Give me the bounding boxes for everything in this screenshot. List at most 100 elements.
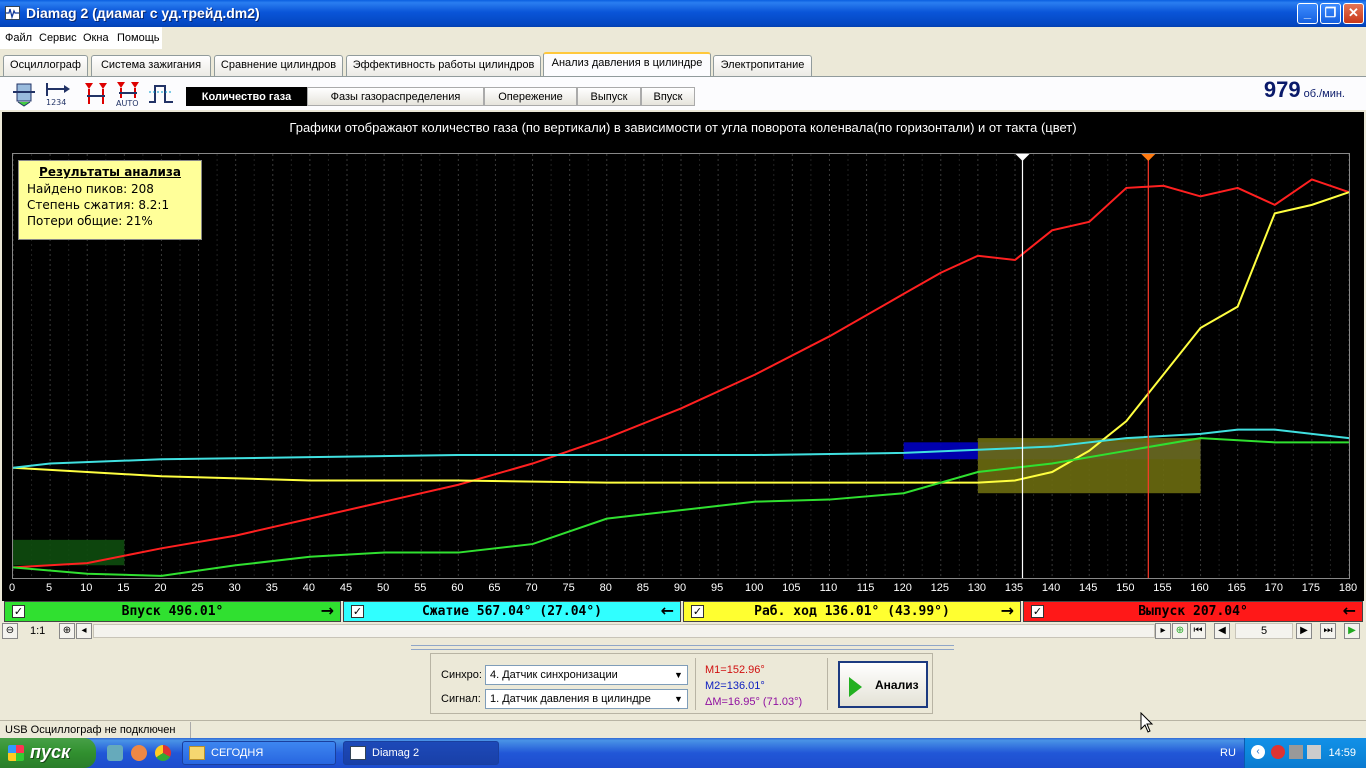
results-title: Результаты анализа <box>39 165 181 179</box>
scroll-left-button[interactable]: ◂ <box>76 623 92 639</box>
tab-power-supply[interactable]: Электропитание <box>713 55 812 76</box>
x-tick-label: 120 <box>893 582 912 594</box>
marker-m1: M1=152.96° <box>705 664 765 676</box>
menu-file[interactable]: Файл <box>5 32 32 44</box>
sync-select[interactable]: 4. Датчик синхронизации ▼ <box>485 665 688 685</box>
x-tick-label: 45 <box>339 582 353 594</box>
x-tick-label: 5 <box>46 582 53 594</box>
windows-logo-icon <box>8 745 24 761</box>
subtab-gas-quantity[interactable]: Количество газа <box>186 87 307 106</box>
panel-splitter[interactable] <box>411 645 954 650</box>
system-tray: ‹ 14:59 <box>1244 738 1366 768</box>
phase-intake[interactable]: ✓ Впуск 496.01° → <box>4 601 341 622</box>
last-page-button[interactable]: ⏭ <box>1320 623 1336 639</box>
gas-quantity-chart[interactable]: Графики отображают количество газа (по в… <box>2 112 1364 601</box>
tray-network-icon[interactable] <box>1289 745 1303 759</box>
rpm-value: 979 <box>1263 77 1301 102</box>
x-tick-label: 50 <box>376 582 390 594</box>
quicklaunch-firefox-icon[interactable] <box>131 745 147 761</box>
results-compression: Степень сжатия: 8.2:1 <box>27 198 170 212</box>
app-icon <box>350 746 366 760</box>
x-tick-label: 95 <box>710 582 724 594</box>
x-tick-label: 25 <box>191 582 204 594</box>
tab-cylinder-pressure-analysis[interactable]: Анализ давления в цилиндре <box>543 52 711 77</box>
highlight-band <box>977 438 1201 494</box>
x-tick-label: 65 <box>488 582 501 594</box>
tab-ignition-system[interactable]: Система зажигания <box>91 55 211 76</box>
marker-readout: M1=152.96° M2=136.01° ΔM=16.95° (71.03°) <box>705 662 802 710</box>
phase-compression[interactable]: ✓ Сжатие 567.04° (27.04°) ← <box>343 601 681 622</box>
chart-plot-area[interactable] <box>12 153 1350 579</box>
x-tick-label: 160 <box>1190 582 1209 594</box>
menu-windows[interactable]: Окна <box>83 32 109 44</box>
horizontal-scrollbar[interactable] <box>93 624 1155 638</box>
tray-volume-icon[interactable] <box>1307 745 1321 759</box>
chevron-down-icon[interactable]: ▼ <box>671 667 686 683</box>
rpm-unit: об./мин. <box>1303 88 1345 100</box>
marker-m2-handle <box>1015 154 1030 161</box>
quicklaunch-desktop-icon[interactable] <box>107 745 123 761</box>
status-bar: USB Осциллограф не подключен <box>0 720 1366 739</box>
analyze-button[interactable]: Анализ <box>838 661 928 708</box>
navigation-row: ⊖ 1:1 ⊕ ◂ ▸ ⊕ ⏮ ◀ 5 ▶ ⏭ ▶ <box>0 622 1366 640</box>
tab-cylinder-efficiency[interactable]: Эффективность работы цилиндров <box>346 55 541 76</box>
task-today-folder[interactable]: СЕГОДНЯ <box>182 741 336 765</box>
chevron-down-icon[interactable]: ▼ <box>671 691 686 707</box>
language-indicator[interactable]: RU <box>1220 747 1236 759</box>
start-button[interactable]: пуск <box>0 738 96 768</box>
tray-expand-icon[interactable]: ‹ <box>1251 745 1265 759</box>
icon-caption-1234: 1234 <box>46 98 66 107</box>
subtab-valve-timing[interactable]: Фазы газораспределения <box>307 87 484 106</box>
zoom-out-icon[interactable]: ⊖ <box>2 623 18 639</box>
arrow-left-icon[interactable]: ← <box>1343 602 1356 620</box>
window-title: Diamag 2 (диамаг с уд.трейд.dm2) <box>26 5 260 21</box>
cylinder-icon[interactable] <box>10 80 38 107</box>
subtab-advance[interactable]: Опережение <box>484 87 577 106</box>
numbering-1234-icon[interactable]: 1234 <box>44 80 72 107</box>
phase-exhaust[interactable]: ✓ Выпуск 207.04° ← <box>1023 601 1363 622</box>
quicklaunch-chrome-icon[interactable] <box>155 745 171 761</box>
scroll-right-button[interactable]: ▸ <box>1155 623 1171 639</box>
arrow-left-icon[interactable]: ← <box>661 602 674 620</box>
panel-divider <box>695 658 696 710</box>
prev-page-button[interactable]: ◀ <box>1214 623 1230 639</box>
signal-select[interactable]: 1. Датчик давления в цилиндре ▼ <box>485 689 688 709</box>
menu-help[interactable]: Помощь <box>117 32 160 44</box>
mouse-cursor-icon <box>1140 712 1154 733</box>
maximize-button[interactable]: ❐ <box>1320 3 1341 24</box>
x-tick-label: 180 <box>1338 582 1358 594</box>
minimize-button[interactable]: _ <box>1297 3 1318 24</box>
pulse-icon[interactable] <box>147 80 175 107</box>
menu-service[interactable]: Сервис <box>39 32 77 44</box>
icon-caption-auto: AUTO <box>116 99 139 107</box>
subtab-exhaust[interactable]: Выпуск <box>577 87 641 106</box>
main-tabs: Осциллограф Система зажигания Сравнение … <box>0 52 1366 77</box>
markers-auto-icon[interactable]: AUTO <box>115 80 143 108</box>
marker-delta: ΔM=16.95° (71.03°) <box>705 696 803 708</box>
tab-oscilloscope[interactable]: Осциллограф <box>3 55 88 76</box>
clock: 14:59 <box>1328 747 1356 759</box>
arrow-right-icon[interactable]: → <box>321 602 334 620</box>
play-button[interactable]: ▶ <box>1344 623 1360 639</box>
x-tick-label: 15 <box>117 582 130 594</box>
page-number[interactable]: 5 <box>1235 623 1293 639</box>
x-tick-label: 55 <box>414 582 427 594</box>
sync-label: Синхро: <box>441 669 482 681</box>
markers-icon[interactable] <box>83 80 111 107</box>
first-page-button[interactable]: ⏮ <box>1190 623 1206 639</box>
subtab-intake[interactable]: Впуск <box>641 87 695 106</box>
next-page-button[interactable]: ▶ <box>1296 623 1312 639</box>
x-tick-label: 135 <box>1004 582 1024 594</box>
phase-power-stroke[interactable]: ✓ Раб. ход 136.01° (43.99°) → <box>683 601 1021 622</box>
phase-intake-label: Впуск 496.01° <box>121 604 224 619</box>
x-tick-label: 70 <box>525 582 538 594</box>
phase-compression-label: Сжатие 567.04° (27.04°) <box>421 604 602 619</box>
task-diamag[interactable]: Diamag 2 <box>343 741 499 765</box>
add-icon[interactable]: ⊕ <box>1172 623 1188 639</box>
arrow-right-icon[interactable]: → <box>1001 602 1014 620</box>
zoom-in-icon[interactable]: ⊕ <box>59 623 75 639</box>
tray-security-icon[interactable] <box>1271 745 1285 759</box>
close-button[interactable]: ✕ <box>1343 3 1364 24</box>
tab-cylinder-comparison[interactable]: Сравнение цилиндров <box>214 55 343 76</box>
status-text: USB Осциллограф не подключен <box>5 724 176 736</box>
